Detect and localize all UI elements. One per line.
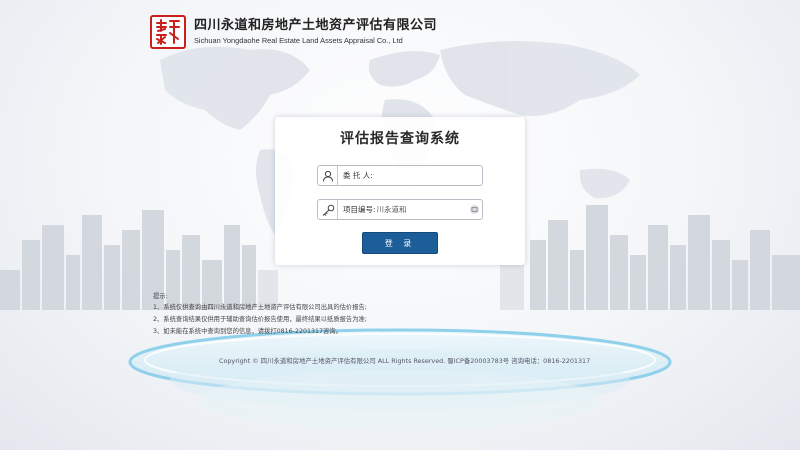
input-helper-icon — [470, 205, 479, 214]
client-label: 委 托 人: — [343, 171, 373, 180]
notes-title: 提示: — [153, 293, 168, 300]
notes-item: 2、系统查询结果仅供用于辅助查询估价报告使用，最终结果以纸质报告为准; — [153, 316, 367, 323]
notes-item: 1、系统仅供查询由四川永道和房地产土地资产评估有限公司出具的估价报告; — [153, 304, 367, 311]
notes-section: 提示: 1、系统仅供查询由四川永道和房地产土地资产评估有限公司出具的估价报告; … — [153, 291, 483, 338]
client-input[interactable] — [372, 167, 482, 184]
company-name-block: 四川永道和房地产土地资产评估有限公司 Sichuan Yongdaohe Rea… — [194, 18, 437, 46]
notes-item: 3、如未能在系统中查询到您的信息，请拨打0816-2201317咨询。 — [153, 328, 342, 335]
key-icon — [318, 200, 338, 219]
glass-ring-decoration — [128, 328, 672, 430]
project-field[interactable]: 项目编号: — [317, 199, 483, 220]
login-title: 评估报告查询系统 — [340, 131, 460, 147]
login-panel: 评估报告查询系统 委 托 人: 项目编号: 登 录 — [275, 117, 525, 265]
site-header: 四川永道和房地产土地资产评估有限公司 Sichuan Yongdaohe Rea… — [150, 14, 437, 50]
project-input[interactable] — [375, 201, 470, 218]
login-button[interactable]: 登 录 — [362, 232, 438, 254]
company-name-cn: 四川永道和房地产土地资产评估有限公司 — [194, 18, 438, 33]
user-icon — [318, 166, 338, 185]
project-label: 项目编号: — [343, 205, 376, 214]
client-field[interactable]: 委 托 人: — [317, 165, 483, 186]
red-seal-logo-icon — [150, 15, 186, 49]
footer-copyright: Copyright © 四川永道和房地产土地资产评估有限公司 ALL Right… — [219, 357, 591, 365]
company-name-en: Sichuan Yongdaohe Real Estate Land Asset… — [194, 36, 403, 45]
